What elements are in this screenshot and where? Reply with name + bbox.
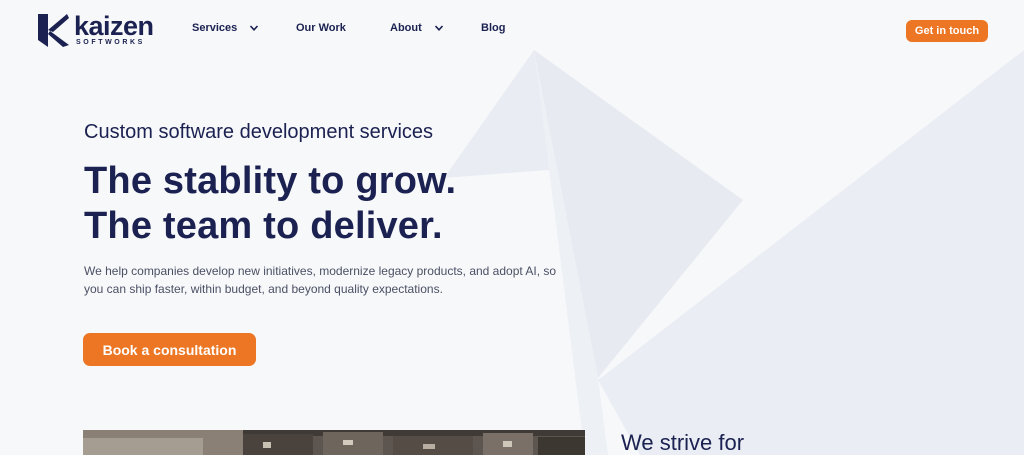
chevron-down-icon xyxy=(434,25,443,31)
nav-item-label: Services xyxy=(192,22,238,34)
bg-triangle-spine xyxy=(534,50,608,455)
book-consultation-button[interactable]: Book a consultation xyxy=(83,333,256,366)
nav-item-services[interactable]: Services xyxy=(192,22,259,34)
get-in-touch-button[interactable]: Get in touch xyxy=(906,20,988,42)
bg-triangle-left xyxy=(444,50,600,178)
nav-item-label: Blog xyxy=(481,22,506,34)
hero-headline-line2: The team to deliver. xyxy=(84,205,443,247)
city-photo-image xyxy=(83,430,585,455)
nav-item-label: Our Work xyxy=(296,22,346,34)
section-heading: We strive for xyxy=(621,430,745,455)
bg-triangle-center xyxy=(534,50,743,378)
hero-eyebrow: Custom software development services xyxy=(84,121,434,143)
nav-item-blog[interactable]: Blog xyxy=(481,22,505,34)
kaizen-k-icon xyxy=(38,14,69,47)
nav-item-our-work[interactable]: Our Work xyxy=(296,22,346,34)
hero-photo xyxy=(83,430,585,455)
bg-triangle-right xyxy=(598,50,1024,455)
nav-item-label: About xyxy=(390,22,422,34)
chevron-down-icon xyxy=(250,25,259,31)
page: kaizen SOFTWORKS Services Our Work About… xyxy=(0,0,1024,455)
brand-logo[interactable]: kaizen SOFTWORKS xyxy=(36,11,156,49)
site-header: kaizen SOFTWORKS Services Our Work About… xyxy=(0,0,1024,62)
hero-description: We help companies develop new initiative… xyxy=(84,264,557,296)
brand-name: kaizen xyxy=(74,11,154,41)
hero-headline-line1: The stablity to grow. xyxy=(84,160,457,202)
nav-item-about[interactable]: About xyxy=(390,22,444,34)
brand-tagline: SOFTWORKS xyxy=(76,39,145,46)
